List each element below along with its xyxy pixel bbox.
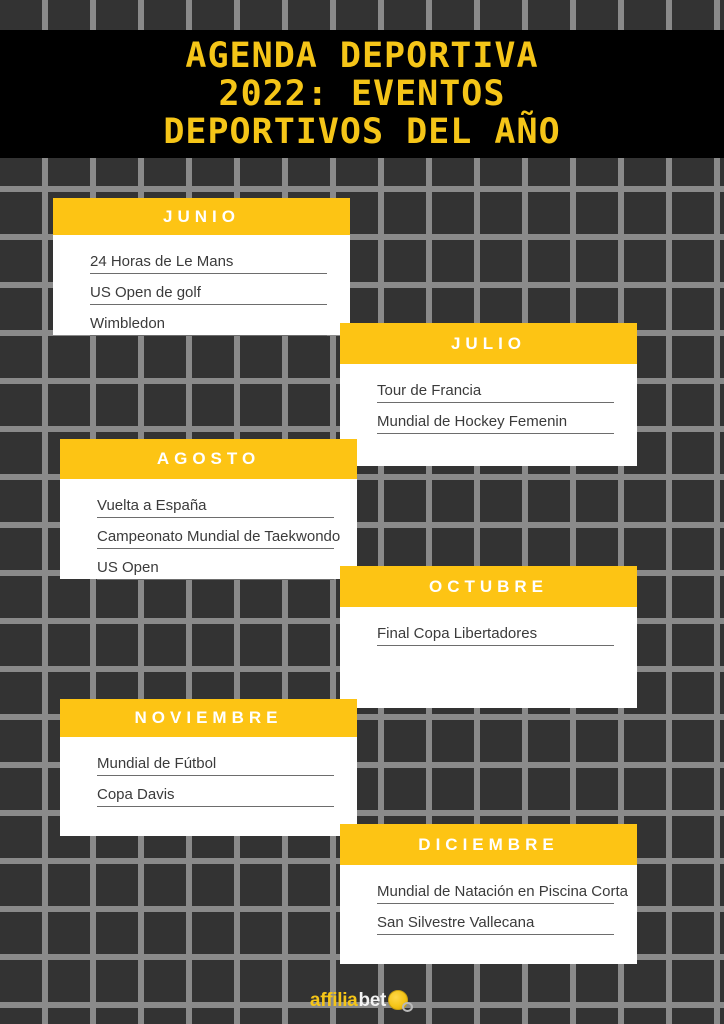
event-list-julio: Tour de Francia Mundial de Hockey Femeni… bbox=[377, 381, 614, 443]
list-item: Campeonato Mundial de Taekwondo bbox=[97, 527, 340, 549]
event-label: Tour de Francia bbox=[377, 382, 482, 399]
event-label: Mundial de Hockey Femenin bbox=[377, 413, 568, 430]
month-header-junio: JUNIO bbox=[53, 198, 350, 235]
event-underline bbox=[377, 645, 614, 646]
brand-name-part2: bet bbox=[358, 990, 387, 1011]
month-card-agosto: AGOSTO Vuelta a España Campeonato Mundia… bbox=[60, 439, 357, 580]
event-label: Copa Davis bbox=[97, 786, 175, 803]
event-underline bbox=[377, 903, 614, 904]
list-item: Vuelta a España bbox=[97, 496, 334, 518]
event-list-agosto: Vuelta a España Campeonato Mundial de Ta… bbox=[97, 496, 340, 589]
month-header-octubre: OCTUBRE bbox=[340, 566, 637, 607]
brand-name-part1: affilia bbox=[309, 990, 358, 1011]
event-list-octubre: Final Copa Libertadores bbox=[377, 624, 614, 655]
event-underline bbox=[90, 273, 327, 274]
event-underline bbox=[97, 806, 334, 807]
month-header-agosto: AGOSTO bbox=[60, 439, 357, 479]
month-card-julio: JULIO Tour de Francia Mundial de Hockey … bbox=[340, 323, 637, 466]
event-underline bbox=[377, 433, 614, 434]
list-item: Wimbledon bbox=[90, 314, 327, 336]
footer-logo: affilia bet bbox=[0, 984, 724, 1018]
list-item: US Open bbox=[97, 558, 334, 580]
brand-logo: affilia bet bbox=[310, 990, 414, 1012]
month-card-octubre: OCTUBRE Final Copa Libertadores bbox=[340, 566, 637, 708]
month-card-junio: JUNIO 24 Horas de Le Mans US Open de gol… bbox=[53, 198, 350, 336]
event-underline bbox=[377, 402, 614, 403]
event-list-junio: 24 Horas de Le Mans US Open de golf Wimb… bbox=[90, 252, 327, 345]
event-label: Wimbledon bbox=[90, 315, 166, 332]
list-item: 24 Horas de Le Mans bbox=[90, 252, 327, 274]
event-label: US Open de golf bbox=[90, 284, 201, 301]
event-list-diciembre: Mundial de Natación en Piscina Corta San… bbox=[377, 882, 628, 944]
list-item: Tour de Francia bbox=[377, 381, 614, 403]
event-label: Mundial de Natación en Piscina Corta bbox=[377, 883, 628, 900]
month-card-diciembre: DICIEMBRE Mundial de Natación en Piscina… bbox=[340, 824, 637, 964]
event-label: San Silvestre Vallecana bbox=[377, 914, 535, 931]
month-header-noviembre: NOVIEMBRE bbox=[60, 699, 357, 737]
list-item: Mundial de Fútbol bbox=[97, 754, 334, 776]
event-label: Final Copa Libertadores bbox=[377, 625, 538, 642]
month-card-noviembre: NOVIEMBRE Mundial de Fútbol Copa Davis bbox=[60, 699, 357, 836]
list-item: Final Copa Libertadores bbox=[377, 624, 614, 646]
list-item: Copa Davis bbox=[97, 785, 334, 807]
event-label: Vuelta a España bbox=[97, 497, 207, 514]
title-banner: AGENDA DEPORTIVA 2022: EVENTOS DEPORTIVO… bbox=[0, 30, 724, 158]
month-header-diciembre: DICIEMBRE bbox=[340, 824, 637, 865]
event-label: 24 Horas de Le Mans bbox=[90, 253, 234, 270]
whistle-ring bbox=[402, 1002, 414, 1012]
event-underline bbox=[377, 934, 614, 935]
event-underline bbox=[97, 775, 334, 776]
list-item: Mundial de Natación en Piscina Corta bbox=[377, 882, 628, 904]
event-underline bbox=[97, 579, 334, 580]
list-item: US Open de golf bbox=[90, 283, 327, 305]
event-underline bbox=[97, 517, 334, 518]
page-title: AGENDA DEPORTIVA 2022: EVENTOS DEPORTIVO… bbox=[163, 36, 561, 152]
poster-canvas: AGENDA DEPORTIVA 2022: EVENTOS DEPORTIVO… bbox=[0, 0, 724, 1024]
event-underline bbox=[90, 304, 327, 305]
event-label: Mundial de Fútbol bbox=[97, 755, 217, 772]
whistle-icon bbox=[388, 990, 414, 1012]
list-item: San Silvestre Vallecana bbox=[377, 913, 614, 935]
event-list-noviembre: Mundial de Fútbol Copa Davis bbox=[97, 754, 334, 816]
month-header-julio: JULIO bbox=[340, 323, 637, 364]
event-label: Campeonato Mundial de Taekwondo bbox=[97, 528, 341, 545]
list-item: Mundial de Hockey Femenin bbox=[377, 412, 614, 434]
event-underline bbox=[90, 335, 327, 336]
event-label: US Open bbox=[97, 559, 159, 576]
event-underline bbox=[97, 548, 334, 549]
